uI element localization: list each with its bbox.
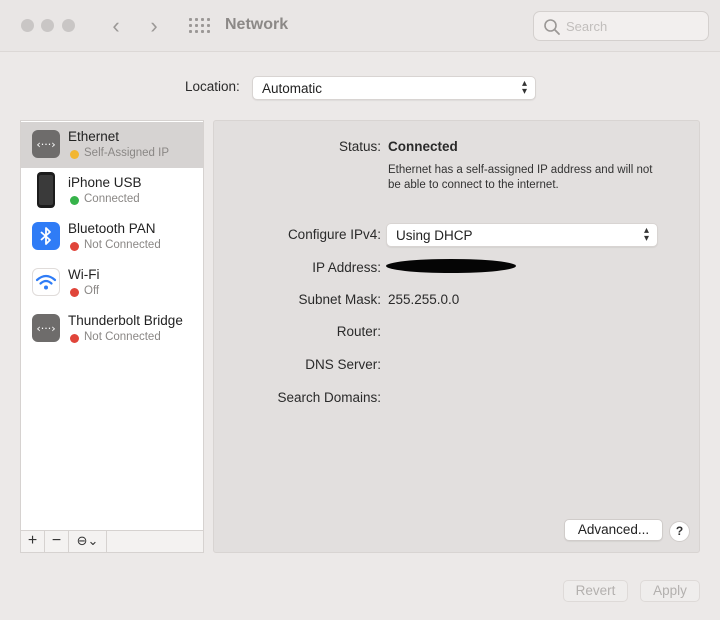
ip-address-label: IP Address: [312, 260, 381, 275]
svg-text:‹···›: ‹···› [36, 322, 55, 335]
service-status: Not Connected [84, 239, 161, 251]
bluetooth-icon [32, 222, 60, 250]
service-status: Not Connected [84, 331, 161, 343]
search-field[interactable] [533, 11, 709, 41]
location-value: Automatic [262, 81, 323, 96]
search-icon [544, 19, 560, 35]
thunderbolt-bridge-icon: ‹···› [32, 314, 60, 342]
revert-button[interactable]: Revert [563, 580, 628, 602]
service-item-wifi[interactable]: Wi-Fi Off [21, 260, 203, 306]
remove-service-button[interactable]: − [45, 531, 69, 552]
configure-ipv4-select[interactable]: Using DHCP ▴ ▾ [386, 223, 658, 247]
service-status: Self-Assigned IP [84, 147, 170, 159]
back-button[interactable]: ‹ [105, 13, 127, 39]
forward-button[interactable]: › [143, 13, 165, 39]
help-button[interactable]: ? [669, 521, 690, 542]
apply-button[interactable]: Apply [640, 580, 700, 602]
service-item-ethernet[interactable]: ‹···› Ethernet Self-Assigned IP [21, 122, 203, 168]
title-bar: ‹ › Network [0, 0, 720, 52]
configure-ipv4-label: Configure IPv4: [287, 227, 381, 242]
service-name: Wi-Fi [68, 267, 100, 282]
status-dot-red [70, 334, 79, 343]
svg-text:‹···›: ‹···› [36, 138, 55, 151]
service-item-iphone-usb[interactable]: iPhone USB Connected [21, 168, 203, 214]
window-title: Network [225, 16, 289, 33]
service-detail-pane: Status: Connected Ethernet has a self-as… [213, 120, 700, 553]
location-label: Location: [185, 79, 240, 94]
service-item-thunderbolt-bridge[interactable]: ‹···› Thunderbolt Bridge Not Connected [21, 306, 203, 352]
ip-address-redaction [386, 259, 516, 273]
action-menu-button[interactable]: ⊖⌄ [69, 531, 107, 552]
subnet-mask-value: 255.255.0.0 [388, 292, 460, 307]
advanced-button[interactable]: Advanced... [564, 519, 663, 541]
service-name: Ethernet [68, 129, 120, 144]
service-name: Thunderbolt Bridge [68, 313, 183, 328]
sidebar-toolbar: + − ⊖⌄ [20, 531, 204, 553]
status-label: Status: [338, 139, 381, 154]
service-item-bluetooth-pan[interactable]: Bluetooth PAN Not Connected [21, 214, 203, 260]
zoom-window-button[interactable] [62, 19, 75, 32]
status-value: Connected [388, 139, 458, 154]
configure-ipv4-value: Using DHCP [396, 228, 473, 243]
dns-server-label: DNS Server: [305, 357, 381, 372]
status-dot-red [70, 242, 79, 251]
add-service-button[interactable]: + [21, 531, 45, 552]
show-all-grid-icon[interactable] [189, 18, 210, 34]
close-window-button[interactable] [21, 19, 34, 32]
wifi-icon [32, 268, 60, 296]
updown-chevron-icon: ▴ ▾ [643, 225, 649, 244]
subnet-mask-label: Subnet Mask: [298, 292, 381, 307]
status-description: Ethernet has a self-assigned IP address … [388, 164, 653, 191]
service-name: iPhone USB [68, 175, 142, 190]
network-preferences-window: ‹ › Network Location: Automatic ▴▾ ‹···› [0, 0, 720, 620]
search-input[interactable] [566, 17, 702, 35]
router-label: Router: [336, 324, 381, 339]
status-dot-green [70, 196, 79, 205]
service-status: Connected [84, 193, 140, 205]
iphone-icon [37, 172, 55, 208]
service-name: Bluetooth PAN [68, 221, 156, 236]
service-status: Off [84, 285, 100, 297]
search-domains-label: Search Domains: [277, 390, 381, 405]
network-service-list: ‹···› Ethernet Self-Assigned IP iPhone U… [20, 120, 204, 531]
updown-chevron-icon: ▴ ▾ [521, 78, 527, 97]
minimize-window-button[interactable] [41, 19, 54, 32]
ethernet-icon: ‹···› [32, 130, 60, 158]
status-dot-red [70, 288, 79, 297]
status-dot-yellow [70, 150, 79, 159]
location-select[interactable]: Automatic ▴ ▾ [252, 76, 536, 100]
